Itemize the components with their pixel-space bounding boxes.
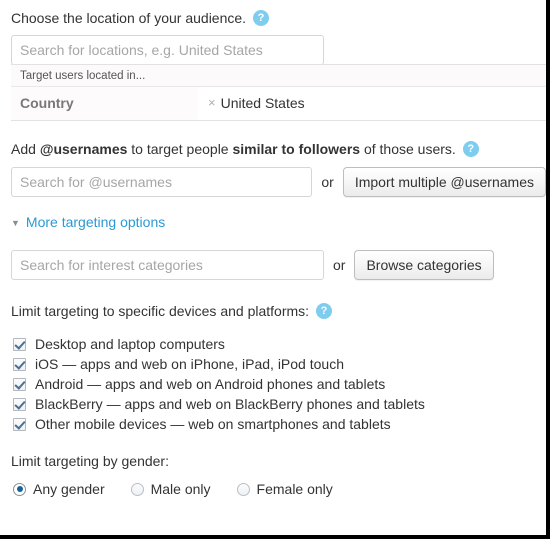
usernames-prompt-bold-2: similar to followers [232, 141, 361, 157]
usernames-prompt-bold-1: @usernames [39, 141, 128, 157]
gender-radio-group: Any gender Male only Female only [13, 481, 546, 497]
usernames-or-label: or [321, 174, 334, 190]
usernames-prompt-suffix: of those users. [360, 141, 456, 157]
devices-prompt: Limit targeting to specific devices and … [0, 302, 546, 320]
radio-label: Any gender [33, 481, 105, 497]
targeting-options-panel: Choose the location of your audience. ? … [0, 0, 550, 539]
more-targeting-options-label: More targeting options [25, 214, 166, 230]
checkbox-icon[interactable] [13, 377, 26, 391]
radio-option-any-gender[interactable]: Any gender [13, 481, 105, 497]
checkbox-row-blackberry[interactable]: BlackBerry — apps and web on BlackBerry … [13, 394, 546, 414]
checkbox-row-android[interactable]: Android — apps and web on Android phones… [13, 374, 546, 394]
location-prompt-label: Choose the location of your audience. [11, 10, 247, 26]
import-usernames-button[interactable]: Import multiple @usernames [342, 167, 546, 197]
checkbox-icon[interactable] [13, 337, 26, 351]
location-value-label: United States [220, 95, 305, 111]
usernames-prompt-text: Add @usernames to target people similar … [11, 141, 456, 158]
radio-label: Female only [256, 481, 333, 497]
selected-locations-table: Target users located in... Country × Unit… [11, 64, 546, 121]
locations-table-header-row: Target users located in... [11, 64, 546, 87]
radio-icon[interactable] [13, 482, 26, 496]
checkbox-row-other-mobile[interactable]: Other mobile devices — web on smartphone… [13, 414, 546, 434]
radio-label: Male only [150, 481, 211, 497]
checkbox-label: BlackBerry — apps and web on BlackBerry … [35, 396, 425, 412]
help-icon[interactable]: ? [462, 140, 479, 157]
checkbox-icon[interactable] [13, 357, 26, 371]
radio-icon[interactable] [130, 482, 144, 496]
usernames-prompt-middle: to target people [127, 141, 233, 157]
locations-table-header-label: Target users located in... [11, 64, 546, 87]
interests-input-row: or Browse categories [11, 250, 546, 280]
radio-option-male-only[interactable]: Male only [130, 481, 211, 497]
location-prompt: Choose the location of your audience. ? [0, 9, 546, 27]
usernames-input-row: or Import multiple @usernames [11, 167, 546, 197]
panel-content: Choose the location of your audience. ? … [0, 0, 546, 535]
checkbox-label: Other mobile devices — web on smartphone… [35, 416, 391, 432]
usernames-prompt-prefix: Add [11, 141, 40, 157]
radio-option-female-only[interactable]: Female only [236, 481, 333, 497]
chevron-down-icon: ▼ [11, 217, 20, 228]
devices-checkbox-list: Desktop and laptop computers iOS — apps … [0, 334, 546, 434]
checkbox-label: Android — apps and web on Android phones… [35, 376, 386, 392]
more-targeting-options-link[interactable]: ▼ More targeting options [11, 214, 165, 230]
interests-or-label: or [333, 257, 346, 273]
table-row: Country × United States [11, 86, 546, 121]
checkbox-label: iOS — apps and web on iPhone, iPad, iPod… [35, 356, 344, 372]
checkbox-row-desktop[interactable]: Desktop and laptop computers [13, 334, 546, 354]
help-icon[interactable]: ? [253, 9, 270, 26]
checkbox-icon[interactable] [13, 417, 26, 431]
checkbox-row-ios[interactable]: iOS — apps and web on iPhone, iPad, iPod… [13, 354, 546, 374]
usernames-prompt: Add @usernames to target people similar … [0, 140, 546, 158]
devices-prompt-label: Limit targeting to specific devices and … [11, 303, 310, 319]
checkbox-label: Desktop and laptop computers [35, 336, 225, 352]
radio-icon[interactable] [236, 482, 250, 496]
usernames-search-input[interactable] [11, 167, 313, 197]
help-icon[interactable]: ? [316, 302, 333, 319]
checkbox-icon[interactable] [13, 397, 26, 411]
location-search-group: Target users located in... Country × Unit… [0, 35, 546, 121]
close-icon[interactable]: × [208, 95, 216, 110]
location-value-cell: × United States [198, 86, 546, 121]
location-search-input[interactable] [11, 35, 324, 65]
location-category-cell: Country [11, 86, 198, 121]
gender-prompt: Limit targeting by gender: [11, 453, 169, 469]
interest-categories-search-input[interactable] [11, 250, 324, 280]
browse-categories-button[interactable]: Browse categories [354, 250, 494, 280]
